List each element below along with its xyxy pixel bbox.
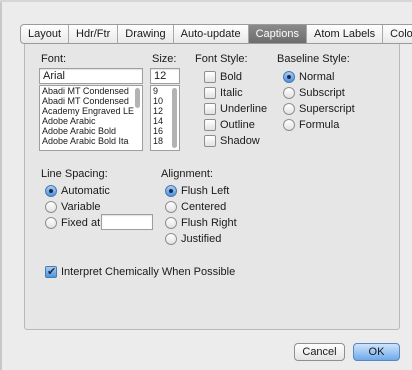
align-flush-left-radio[interactable]: Flush Left <box>165 184 229 198</box>
radio-dot[interactable] <box>283 103 295 115</box>
bold-checkbox[interactable]: Bold <box>204 70 242 84</box>
fixed-at-label: Fixed at <box>61 217 101 229</box>
align-flush-right-radio[interactable]: Flush Right <box>165 216 237 230</box>
tab-auto-update[interactable]: Auto-update <box>174 25 249 43</box>
italic-label: Italic <box>220 87 243 99</box>
interpret-chemically-label: Interpret Chemically When Possible <box>61 266 236 278</box>
font-list-scrollbar[interactable] <box>134 87 141 149</box>
baseline-style-label: Baseline Style: <box>277 53 350 65</box>
radio-dot[interactable] <box>45 201 57 213</box>
radio-dot[interactable] <box>283 87 295 99</box>
radio-dot[interactable] <box>165 185 177 197</box>
underline-checkbox[interactable]: Underline <box>204 102 267 116</box>
cancel-button[interactable]: Cancel <box>294 343 345 361</box>
fixed-at-field[interactable] <box>101 214 153 230</box>
radio-dot[interactable] <box>283 119 295 131</box>
italic-checkbox[interactable]: Italic <box>204 86 243 100</box>
automatic-label: Automatic <box>61 185 110 197</box>
font-list-item[interactable]: Abadi MT Condensed <box>40 86 142 96</box>
size-field[interactable]: 12 <box>150 68 180 84</box>
line-spacing-fixed-radio[interactable]: Fixed at <box>45 216 100 230</box>
superscript-label: Superscript <box>299 103 355 115</box>
radio-dot[interactable] <box>45 217 57 229</box>
variable-label: Variable <box>61 201 101 213</box>
captions-panel: Font: Arial Abadi MT Condensed Abadi MT … <box>24 34 400 330</box>
baseline-superscript-radio[interactable]: Superscript <box>283 102 355 116</box>
outline-label: Outline <box>220 119 255 131</box>
font-list-item[interactable]: Abadi MT Condensed <box>40 96 142 106</box>
flush-left-label: Flush Left <box>181 185 230 197</box>
checkbox-box[interactable] <box>204 103 216 115</box>
flush-right-label: Flush Right <box>181 217 237 229</box>
ok-button[interactable]: OK <box>353 343 400 361</box>
font-list-item[interactable]: Adobe Arabic <box>40 116 142 126</box>
size-label: Size: <box>152 53 177 65</box>
radio-dot[interactable] <box>165 233 177 245</box>
tab-bar: Layout Hdr/Ftr Drawing Auto-update Capti… <box>20 24 412 44</box>
alignment-label: Alignment: <box>161 168 213 180</box>
checkbox-box[interactable] <box>204 119 216 131</box>
align-centered-radio[interactable]: Centered <box>165 200 226 214</box>
checkbox-box[interactable] <box>204 135 216 147</box>
shadow-label: Shadow <box>220 135 260 147</box>
tab-hdr-ftr[interactable]: Hdr/Ftr <box>69 25 119 43</box>
window-top-edge <box>0 0 412 2</box>
bold-label: Bold <box>220 71 243 83</box>
font-style-label: Font Style: <box>195 53 248 65</box>
window-left-edge <box>0 0 2 370</box>
line-spacing-label: Line Spacing: <box>41 168 108 180</box>
checkbox-box[interactable] <box>45 265 57 278</box>
radio-dot[interactable] <box>45 185 57 197</box>
line-spacing-automatic-radio[interactable]: Automatic <box>45 184 110 198</box>
radio-dot[interactable] <box>165 217 177 229</box>
font-list-item[interactable]: Academy Engraved LE <box>40 106 142 116</box>
justified-label: Justified <box>181 233 222 245</box>
centered-label: Centered <box>181 201 227 213</box>
font-list-item[interactable]: Adobe Arabic Bold <box>40 126 142 136</box>
baseline-normal-radio[interactable]: Normal <box>283 70 334 84</box>
font-label: Font: <box>41 53 67 65</box>
tab-captions[interactable]: Captions <box>248 25 307 43</box>
underline-label: Underline <box>220 103 268 115</box>
tab-layout[interactable]: Layout <box>21 25 70 43</box>
subscript-label: Subscript <box>299 87 345 99</box>
tab-drawing[interactable]: Drawing <box>118 25 174 43</box>
checkbox-box[interactable] <box>204 71 216 83</box>
tab-colors[interactable]: Colors <box>383 25 412 43</box>
line-spacing-variable-radio[interactable]: Variable <box>45 200 101 214</box>
outline-checkbox[interactable]: Outline <box>204 118 255 132</box>
size-list-scrollbar[interactable] <box>171 87 178 149</box>
interpret-chemically-checkbox[interactable]: Interpret Chemically When Possible <box>45 265 235 279</box>
normal-label: Normal <box>299 71 335 83</box>
font-name-field[interactable]: Arial <box>39 68 143 84</box>
shadow-checkbox[interactable]: Shadow <box>204 134 260 148</box>
radio-dot[interactable] <box>165 201 177 213</box>
formula-label: Formula <box>299 119 340 131</box>
baseline-subscript-radio[interactable]: Subscript <box>283 86 345 100</box>
baseline-formula-radio[interactable]: Formula <box>283 118 339 132</box>
align-justified-radio[interactable]: Justified <box>165 232 221 246</box>
radio-dot[interactable] <box>283 71 295 83</box>
tab-atom-labels[interactable]: Atom Labels <box>307 25 384 43</box>
font-list-item[interactable]: Adobe Arabic Bold Ita <box>40 136 142 146</box>
font-scroll-thumb[interactable] <box>135 88 140 108</box>
font-list[interactable]: Abadi MT Condensed Abadi MT Condensed Ac… <box>39 85 143 151</box>
size-list[interactable]: 9 10 12 14 16 18 <box>150 85 180 151</box>
size-scroll-thumb[interactable] <box>172 88 177 148</box>
checkbox-box[interactable] <box>204 87 216 99</box>
